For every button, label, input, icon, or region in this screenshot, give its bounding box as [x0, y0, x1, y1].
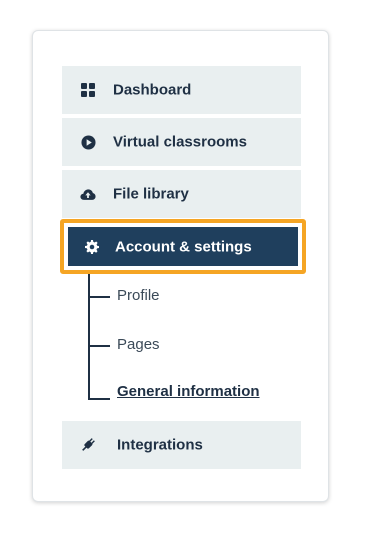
gear-icon	[84, 239, 100, 255]
nav-item-label: Dashboard	[113, 81, 192, 99]
play-circle-icon	[80, 134, 96, 150]
tree-connector	[88, 274, 90, 400]
highlight-frame: Account & settings	[60, 219, 306, 274]
nav-item-label: Integrations	[117, 436, 203, 454]
tree-branch	[88, 398, 110, 400]
subnav-profile-link[interactable]: Profile	[117, 287, 160, 305]
nav-item-label: File library	[113, 185, 189, 203]
tree-branch	[88, 296, 110, 298]
cloud-upload-icon	[80, 186, 96, 202]
nav-item-virtual-classrooms[interactable]: Virtual classrooms	[62, 118, 301, 166]
nav-item-account-settings[interactable]: Account & settings	[68, 227, 298, 266]
subnav-pages-link[interactable]: Pages	[117, 336, 160, 354]
plug-icon	[80, 437, 96, 453]
nav-item-label: Virtual classrooms	[113, 133, 247, 151]
grid-icon	[80, 82, 96, 98]
nav-item-file-library[interactable]: File library	[62, 170, 301, 218]
nav-item-integrations[interactable]: Integrations	[62, 421, 301, 469]
nav-item-label: Account & settings	[115, 238, 252, 255]
tree-branch	[88, 345, 110, 347]
nav-item-dashboard[interactable]: Dashboard	[62, 66, 301, 114]
subnav-general-information-link[interactable]: General information	[117, 383, 260, 401]
